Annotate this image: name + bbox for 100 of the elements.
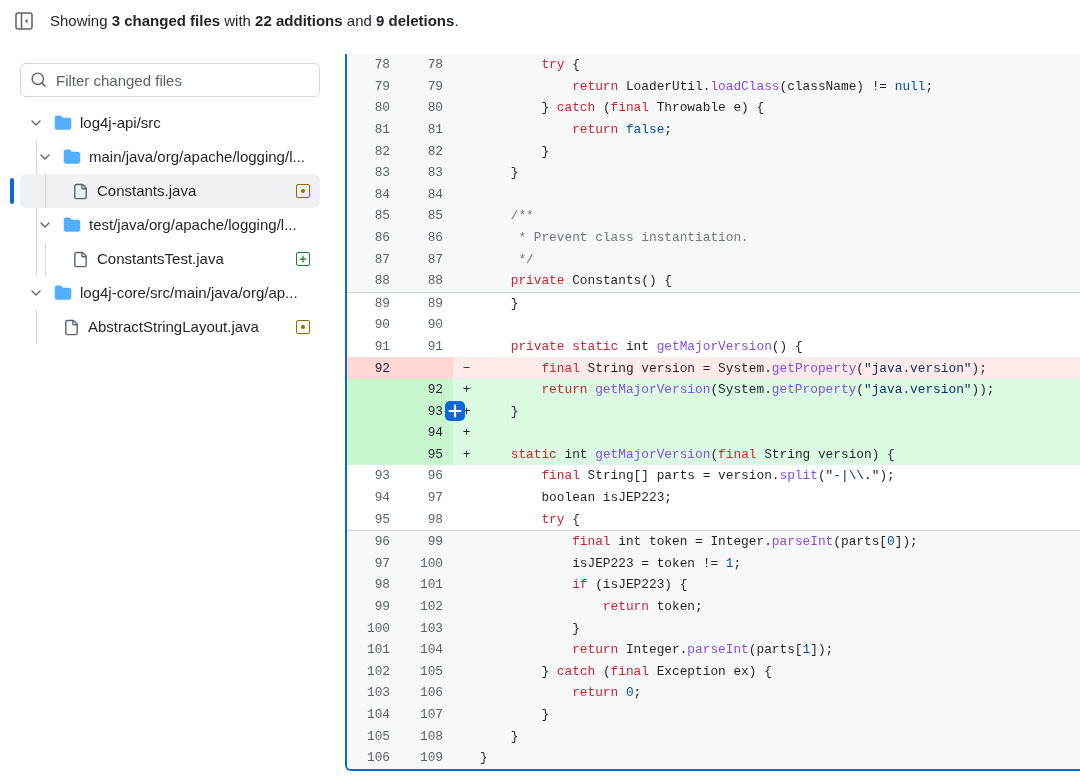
code-line: final String[] parts = version.split("-|\\."); [540,467,895,486]
line-number-cell-text: 84 [373,185,391,204]
line-number-cell-text: 106 [365,749,391,768]
line-number-cell-text: 105 [365,727,391,746]
line-number-cell-text: 90 [373,316,391,335]
line-number-cell-text: 78 [373,56,391,75]
line-number-cell-text: 100 [365,619,391,638]
code-line: isJEP223 = token != 1; [571,554,742,573]
line-number-cell-text: 98 [373,576,391,595]
code-line: return LoaderUtil.loadClass(className) != null; [571,77,934,96]
code-line: * Prevent class instantiation. [517,228,749,247]
line-number-cell-text: 109 [418,749,444,768]
line-number-cell-text: 83 [426,164,444,183]
folder-item[interactable]: test/java/org/apache/logging/l... [20,208,320,242]
modified-icon [296,184,310,198]
code-line: if (isJEP223) { [571,576,688,595]
code-line: return false; [571,121,672,139]
file-name: ConstantsTest.java [97,248,225,269]
diff-marker: − [462,359,471,378]
line-number-cell-text: 106 [418,684,444,703]
folder-item[interactable]: log4j-api/src [20,106,320,140]
line-number-cell-text: 78 [426,56,444,75]
line-number-cell-text: 108 [418,727,444,746]
line-number-cell-text: 82 [426,142,444,161]
code-line: } [509,294,519,313]
line-number-cell-text: 102 [418,598,444,617]
code-line: /** [509,207,534,226]
code-line: } [509,402,519,421]
folder-icon [63,148,81,166]
line-number-cell-text: 94 [373,489,391,508]
file-name: Constants.java [97,180,198,201]
line-number-cell-text: 81 [373,121,391,139]
line-number-cell-text: 104 [418,641,444,660]
line-number-cell-text: 82 [373,142,391,161]
line-number-cell-text: 100 [418,554,444,573]
folder-icon [54,114,72,132]
line-number-cell-text: 105 [418,662,444,681]
search-icon [30,71,47,88]
code-line: return getMajorVersion(System.getProperty("java.version")); [540,381,995,400]
file-icon [72,182,89,200]
line-number-cell-text: 85 [426,207,444,226]
line-number-cell-text: 102 [365,662,391,681]
line-number-cell-text: 88 [373,272,391,291]
line-number-cell-text: 97 [426,489,444,508]
line-number-cell-text: 104 [365,706,391,724]
code-line: } [480,749,488,768]
line-number-cell: 92 [347,357,400,379]
file-name: AbstractStringLayout.java [88,316,260,337]
line-number-cell-text: 80 [373,99,391,118]
line-number-cell-text: 80 [426,99,444,118]
line-number-cell-text: 83 [373,164,391,183]
line-number-cell-text: 86 [426,228,444,247]
modified-icon [296,320,310,334]
line-number-cell: 92 [400,378,453,401]
code-line: try { [540,510,580,529]
line-number-cell-text: 95 [373,510,391,529]
line-number-cell-text: 87 [426,250,444,269]
line-number-cell-text: 99 [426,533,444,552]
code-line: return Integer.parseInt(parts[1]); [571,641,834,660]
search-field[interactable]: Filter changed files [20,63,320,97]
code-line: return 0; [571,684,642,703]
file-item[interactable]: Constants.java [20,174,320,208]
folder-name: main/java/org/apache/logging/l... [89,146,306,167]
line-number-cell-text: 79 [373,77,391,96]
line-number-cell-text: 91 [426,337,444,356]
diff-marker: + [462,445,471,464]
line-number-cell-text: 90 [426,316,444,335]
folder-name: log4j-api/src [80,112,162,133]
line-number-cell-text: 101 [365,641,391,660]
folder-item[interactable]: main/java/org/apache/logging/l... [20,140,320,174]
code-line: } [571,619,580,638]
folder-name: log4j-core/src/main/java/org/ap... [80,282,299,303]
line-number-cell: 95 [400,443,453,466]
file-item[interactable]: AbstractStringLayout.java [20,310,320,344]
file-icon [63,318,80,336]
file-item[interactable]: ConstantsTest.java [20,242,320,276]
line-number-cell-text: 81 [426,121,444,139]
line-number-cell-text: 101 [418,576,444,595]
code-line: } [540,142,550,161]
line-number-cell-text: 88 [426,272,444,291]
diff-marker: + [462,424,471,443]
folder-icon [63,216,81,234]
line-number-cell-text: 98 [426,510,444,529]
code-line: } catch (final Throwable e) { [540,99,765,118]
line-number-cell-text: 103 [418,619,444,638]
line-number-cell-text: 107 [418,706,444,724]
line-number-cell-text: 89 [373,294,391,313]
code-line: */ [517,250,534,269]
code-line: static int getMajorVersion(final String version) { [509,445,895,464]
code-line: final int token = Integer.parseInt(parts[0]); [571,533,918,552]
code-line: } [540,706,550,724]
line-number-cell-text: 79 [426,77,444,96]
folder-item[interactable]: log4j-core/src/main/java/org/ap... [20,276,320,310]
code-line: private Constants() { [509,272,672,291]
code-line: return token; [601,598,703,617]
line-number-cell-text: 91 [373,337,391,356]
line-number-cell-text: 99 [373,598,391,617]
code-line: try { [540,56,580,75]
line-number-cell-text: 89 [426,294,444,313]
sidebar-toggle-icon[interactable] [15,12,33,30]
